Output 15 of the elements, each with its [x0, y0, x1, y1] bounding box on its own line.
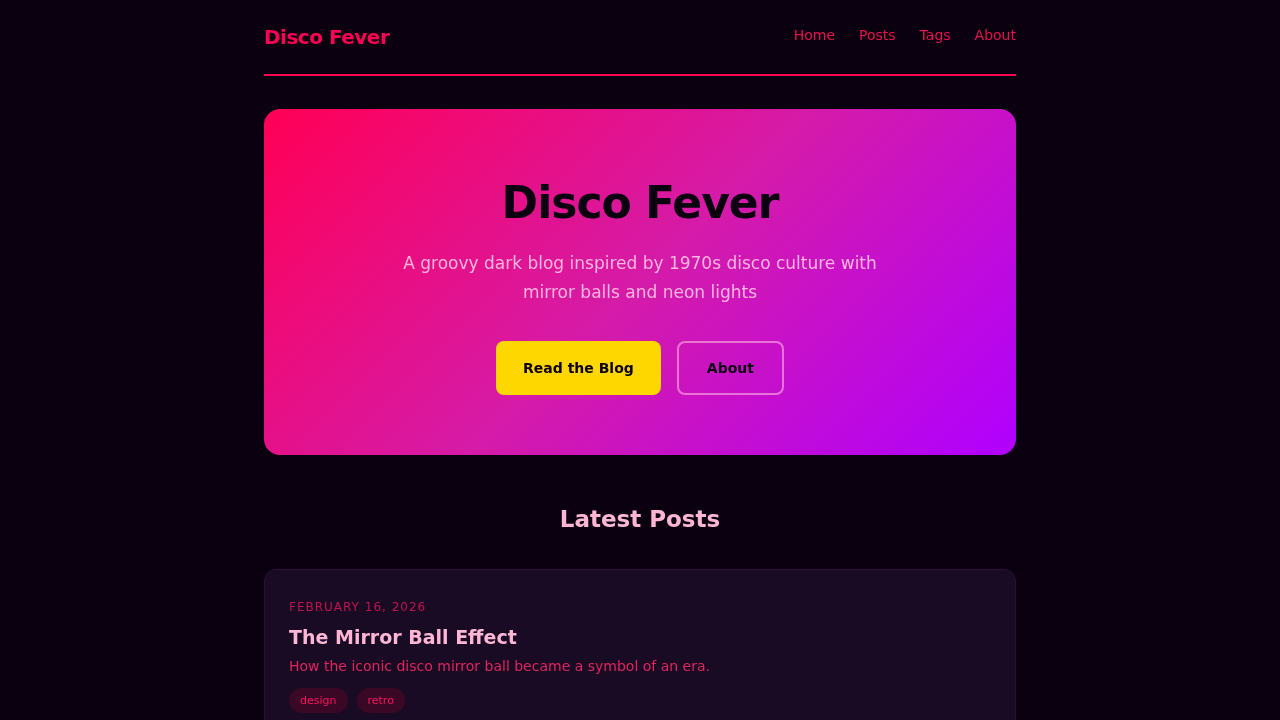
read-blog-button[interactable]: Read the Blog: [496, 341, 661, 395]
nav-link[interactable]: About: [974, 27, 1016, 43]
nav-link[interactable]: Tags: [919, 27, 951, 43]
about-button[interactable]: About: [676, 341, 784, 395]
tag-chip[interactable]: retro: [356, 688, 405, 713]
post-title[interactable]: The Mirror Ball Effect: [289, 626, 991, 648]
section-title: Latest Posts: [558, 505, 722, 533]
nav-link[interactable]: Posts: [859, 27, 896, 43]
nav-link[interactable]: Home: [793, 27, 835, 43]
tag-chip[interactable]: design: [289, 688, 348, 713]
post-date: FEBRUARY 16, 2026: [289, 600, 428, 614]
site-logo[interactable]: Disco Fever: [264, 25, 390, 49]
hero-subtitle: A groovy dark blog inspired by 1970s disco culture with mirror balls and neon lights: [402, 252, 878, 304]
post-excerpt: How the iconic disco mirror ball became a symbol of an era.: [289, 658, 711, 674]
hero-title: Disco Fever: [501, 177, 779, 229]
